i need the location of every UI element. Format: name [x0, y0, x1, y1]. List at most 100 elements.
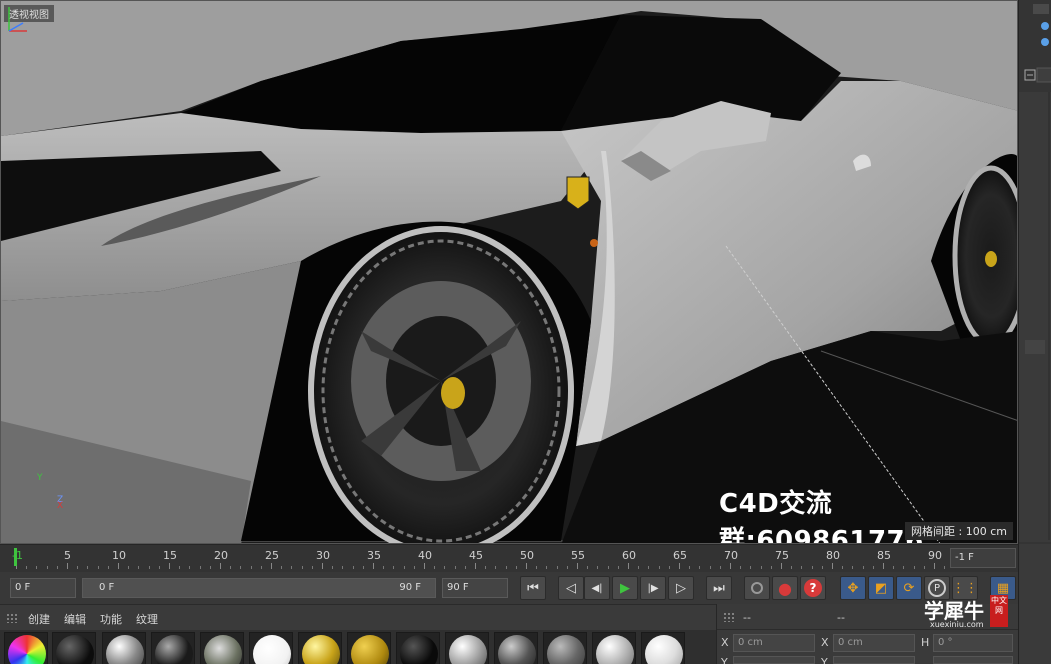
menu-create[interactable]: 创建 [28, 611, 50, 627]
ruler-tick [393, 566, 395, 569]
move-key-button[interactable]: ✥ [840, 576, 866, 600]
ruler-tick [893, 566, 895, 569]
axis-label-y: Y [37, 473, 43, 483]
logo-url: xuexiniu.com [930, 620, 984, 629]
range-slider[interactable]: 0 F 90 F [82, 578, 436, 598]
ruler-tick [526, 563, 527, 569]
ruler-tick [199, 566, 201, 569]
rotation-h-field[interactable]: 0 ° [933, 634, 1013, 652]
ruler-tick [240, 566, 242, 569]
ruler-tick [434, 566, 436, 569]
record-button[interactable]: ● [772, 576, 798, 600]
ruler-tick [750, 566, 752, 569]
end-frame-field[interactable]: 90 F [442, 578, 508, 598]
ruler-tick [169, 563, 170, 569]
material-preview [400, 635, 438, 664]
step-forward-button[interactable]: |▶ [640, 576, 666, 600]
material-swatch[interactable] [543, 632, 587, 664]
timeline-ruler[interactable]: -1 5 10 15 20 25 30 35 40 45 50 55 60 65… [0, 544, 1018, 572]
material-swatch[interactable] [200, 632, 244, 664]
material-swatch[interactable] [445, 632, 489, 664]
menu-function[interactable]: 功能 [100, 611, 122, 627]
material-preview [498, 635, 536, 664]
ruler-tick [403, 566, 405, 569]
ruler-tick [373, 563, 374, 569]
material-swatch[interactable] [151, 632, 195, 664]
material-preview [204, 635, 242, 664]
axis-gizmo [8, 7, 27, 32]
ruler-tick [67, 563, 68, 569]
size-x-field[interactable]: 0 cm [833, 634, 915, 652]
previous-key-icon: ◁ [566, 580, 576, 596]
ruler-tick [852, 566, 854, 569]
current-frame-field[interactable]: -1 F [950, 548, 1016, 568]
menu-texture[interactable]: 纹理 [136, 611, 158, 627]
scale-icon: ◩ [874, 580, 888, 596]
position-y-field[interactable] [733, 656, 815, 664]
ruler-tick [923, 566, 925, 569]
step-forward-icon: |▶ [647, 582, 659, 594]
next-key-button[interactable]: ▷ [668, 576, 694, 600]
playhead[interactable] [14, 548, 17, 566]
question-icon: ? [804, 579, 822, 597]
material-swatch[interactable] [592, 632, 636, 664]
material-swatch[interactable] [298, 632, 342, 664]
material-preview [106, 635, 144, 664]
menu-edit[interactable]: 编辑 [64, 611, 86, 627]
material-preview [56, 635, 94, 664]
coord-header-left: -- [743, 611, 751, 624]
ruler-tick [821, 566, 823, 569]
material-swatch[interactable] [102, 632, 146, 664]
material-swatch[interactable] [396, 632, 440, 664]
right-panel-icons [1019, 4, 1051, 542]
ruler-tick [566, 566, 568, 569]
go-to-end-button[interactable]: ⏭ [706, 576, 732, 600]
ruler-tick [77, 566, 79, 569]
material-swatch[interactable] [52, 632, 96, 664]
key-icon [751, 582, 763, 594]
perspective-viewport[interactable]: 透视视图 Y Z X C4D交流群:609861776 网格间距 : 100 c… [0, 0, 1018, 544]
ruler-tick [118, 563, 119, 569]
ruler-tick [842, 566, 844, 569]
tick-label: 90 [928, 549, 942, 562]
ruler-tick [495, 566, 497, 569]
ruler-tick [158, 566, 160, 569]
autokey-button[interactable]: ? [800, 576, 826, 600]
position-x-field[interactable]: 0 cm [733, 634, 815, 652]
material-manager-menu: 创建 编辑 功能 纹理 [0, 604, 716, 630]
tick-label: 35 [367, 549, 381, 562]
rotate-key-button[interactable]: ⟳ [896, 576, 922, 600]
object-manager-sliver [1018, 0, 1051, 544]
material-swatch[interactable] [494, 632, 538, 664]
material-swatch[interactable] [249, 632, 293, 664]
play-button[interactable]: ▶ [612, 576, 638, 600]
cinema4d-window: { "viewport": { "title": "透视视图", "waterm… [0, 0, 1051, 664]
step-back-button[interactable]: ◀| [584, 576, 610, 600]
ruler-tick [944, 566, 946, 569]
start-frame-field[interactable]: 0 F [10, 578, 76, 598]
material-preview [302, 635, 340, 664]
material-preview [547, 635, 585, 664]
logo-tag: 中文网 [990, 595, 1008, 627]
keyframe-button[interactable] [744, 576, 770, 600]
attributes-panel-sliver [1018, 544, 1051, 664]
material-swatch[interactable] [641, 632, 685, 664]
size-y-field[interactable] [833, 656, 915, 664]
ruler-tick [913, 566, 915, 569]
ruler-tick [454, 566, 456, 569]
previous-key-button[interactable]: ◁ [558, 576, 584, 600]
drag-handle-icon[interactable] [723, 612, 735, 622]
material-swatch[interactable] [4, 632, 48, 664]
go-to-start-button[interactable]: ⏮ [520, 576, 546, 600]
ruler-tick [281, 566, 283, 569]
drag-handle-icon[interactable] [6, 613, 18, 623]
tick-label: 25 [265, 549, 279, 562]
coord-label-x2: X [821, 636, 829, 649]
material-swatch[interactable] [347, 632, 391, 664]
ruler-tick [291, 566, 293, 569]
rotation-p-field[interactable] [933, 656, 1013, 664]
transport-bar: 0 F 0 F 90 F 90 F ⏮ ◁ ◀| ▶ |▶ ▷ ⏭ ● ? ✥ … [0, 572, 1018, 604]
tick-label: 30 [316, 549, 330, 562]
tick-label: 20 [214, 549, 228, 562]
scale-key-button[interactable]: ◩ [868, 576, 894, 600]
